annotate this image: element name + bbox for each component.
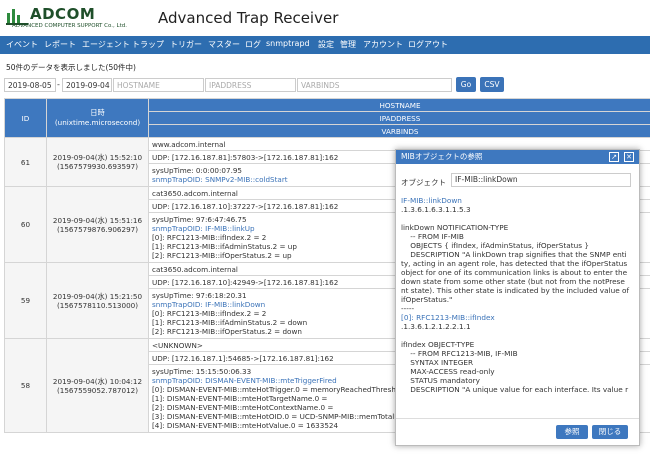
row-datetime: 2019-09-04(水) 15:51:16 (1567579876.906297… [46, 186, 149, 263]
nav-item-account[interactable]: アカウント [363, 39, 403, 50]
row-id: 61 [4, 137, 47, 187]
mib-description: IF-MIB::linkDown .1.3.6.1.6.3.1.1.5.3link… [401, 196, 635, 408]
header-datetime-unit: (unixtime.microsecond) [54, 118, 141, 127]
row-datetime-text: 2019-09-04(水) 10:04:12 [52, 376, 143, 386]
mib-text-line: MAX-ACCESS read-only [401, 367, 495, 376]
mib-text-line: nt state). This other state is indicated… [401, 286, 630, 295]
mib-object-link[interactable]: [0]: RFC1213-MIB::ifIndex [401, 313, 635, 322]
row-datetime-text: 2019-09-04(水) 15:52:10 [52, 153, 143, 162]
modal-title: MIBオブジェクトの参照 [401, 152, 483, 161]
row-unixtime: (1567579930.693597) [56, 162, 139, 171]
reference-button[interactable]: 参照 [556, 425, 588, 439]
mib-text-line: -- FROM IF-MIB [401, 232, 464, 241]
hostname-input[interactable]: HOSTNAME [113, 78, 204, 92]
nav-item-settings[interactable]: 設定 [318, 39, 334, 50]
mib-text-line: object for one of its communication link… [401, 268, 628, 277]
nav-item-logout[interactable]: ログアウト [408, 39, 448, 50]
mib-object-link[interactable]: IF-MIB::linkDown [401, 196, 635, 205]
mib-text-line: -- FROM RFC1213-MIB, IF-MIB [401, 349, 518, 358]
mib-text-line [401, 214, 635, 223]
object-label: オブジェクト [401, 178, 446, 187]
row-unixtime: (1567559052.787012) [56, 385, 139, 395]
nav-item-log[interactable]: ログ [245, 39, 261, 50]
row-id: 58 [4, 338, 47, 433]
mib-text-line: ty, acting in an agent role, has detecte… [401, 259, 628, 268]
close-button[interactable]: 閉じる [592, 425, 628, 439]
go-button[interactable]: Go [456, 77, 476, 92]
mib-text-line: OBJECTS { ifIndex, ifAdminStatus, ifOper… [401, 241, 589, 250]
mib-text-line: ifIndex OBJECT-TYPE [401, 340, 475, 349]
brand-tagline: ADVANCED COMPUTER SUPPORT Co., Ltd. [12, 23, 127, 29]
row-datetime: 2019-09-04(水) 10:04:12 (1567559052.787012… [46, 338, 149, 433]
mib-text-line: SYNTAX INTEGER [401, 358, 474, 367]
date-to-input[interactable]: 2019-09-04 [62, 78, 112, 92]
mib-text-line: DESCRIPTION "A linkDown trap signifies t… [401, 250, 627, 259]
row-unixtime: (1567578110.513000) [56, 300, 139, 310]
header-datetime-label: 日時 [90, 108, 105, 117]
modal-header: MIBオブジェクトの参照 ↗ ✕ [396, 150, 639, 164]
row-datetime-text: 2019-09-04(水) 15:21:50 [52, 291, 143, 301]
row-id: 60 [4, 186, 47, 263]
app-title: Advanced Trap Receiver [158, 9, 339, 27]
header: ADCOM ADVANCED COMPUTER SUPPORT Co., Ltd… [0, 0, 650, 36]
mib-text-line: STATUS mandatory [401, 376, 480, 385]
mib-text-line: ----- [401, 304, 415, 313]
mib-text-line: down state from some other state (but no… [401, 277, 625, 286]
mib-text-line: linkDown NOTIFICATION-TYPE [401, 223, 509, 232]
nav-item-snmptrapd[interactable]: snmptrapd [266, 39, 310, 48]
close-icon[interactable]: ✕ [624, 152, 634, 162]
mib-text-line: .1.3.6.1.6.3.1.1.5.3 [401, 205, 471, 214]
header-hostname: HOSTNAME [148, 98, 650, 112]
popout-icon[interactable]: ↗ [609, 152, 619, 162]
nav-item-report[interactable]: レポート [44, 39, 76, 50]
main-nav: イベント レポート エージェント トラップ トリガー マスター ログ snmpt… [0, 36, 650, 54]
object-input[interactable]: IF-MIB::linkDown [451, 173, 631, 187]
header-id: ID [4, 98, 47, 138]
mib-text-line: .1.3.6.1.2.1.2.2.1.1 [401, 322, 471, 331]
mib-text-line [401, 331, 635, 340]
nav-item-trigger[interactable]: トリガー [170, 39, 202, 50]
header-ipaddress: IPADDRESS [148, 111, 650, 125]
nav-item-admin[interactable]: 管理 [340, 39, 356, 50]
header-varbinds: VARBINDS [148, 124, 650, 138]
adcom-logo[interactable]: ADCOM ADVANCED COMPUTER SUPPORT Co., Ltd… [6, 5, 141, 33]
result-count-text: 50件のデータを表示しました(50件中) [6, 63, 136, 72]
ipaddress-input[interactable]: IPADDRESS [205, 78, 296, 92]
csv-button[interactable]: CSV [480, 77, 504, 92]
row-datetime: 2019-09-04(水) 15:21:50 (1567578110.513000… [46, 262, 149, 339]
date-range-dash: - [57, 80, 60, 89]
row-datetime-text: 2019-09-04(水) 15:51:16 [52, 215, 143, 225]
mib-text-line: ifOperStatus." [401, 295, 453, 304]
date-from-input[interactable]: 2019-08-05 [4, 78, 56, 92]
nav-item-trap[interactable]: トラップ [132, 39, 164, 50]
nav-item-agent[interactable]: エージェント [82, 39, 130, 50]
brand-name: ADCOM [30, 5, 96, 23]
row-unixtime: (1567579876.906297) [56, 224, 139, 234]
modal-footer-divider [396, 418, 639, 419]
mib-text-line: DESCRIPTION "A unique value for each int… [401, 385, 629, 394]
header-datetime: 日時 (unixtime.microsecond) [46, 98, 149, 138]
nav-item-event[interactable]: イベント [6, 39, 38, 50]
mib-reference-modal: MIBオブジェクトの参照 ↗ ✕ オブジェクト IF-MIB::linkDown… [395, 149, 640, 446]
varbinds-input[interactable]: VARBINDS [297, 78, 452, 92]
row-id: 59 [4, 262, 47, 339]
nav-item-master[interactable]: マスター [208, 39, 240, 50]
row-datetime: 2019-09-04(水) 15:52:10 (1567579930.693597… [46, 137, 149, 187]
